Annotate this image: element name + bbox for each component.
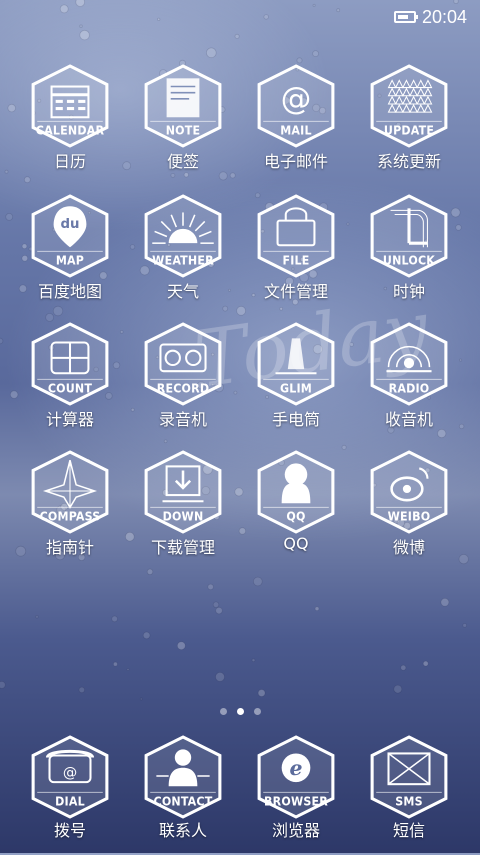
app-label: 微博 [392, 538, 425, 557]
app-label: 拨号 [53, 821, 86, 840]
app-badge-text: COUNT [48, 382, 93, 396]
app-label: 文件管理 [263, 282, 328, 301]
app-badge-text: RECORD [157, 382, 209, 396]
phone-icon: @ DIAL [31, 735, 109, 819]
app-badge-text: WEIBO [388, 510, 431, 524]
app-label: 系统更新 [376, 152, 441, 171]
app-update[interactable]: UPDATE 系统更新 [353, 64, 465, 184]
app-sms[interactable]: SMS 短信 [353, 735, 465, 855]
app-contact[interactable]: CONTACT 联系人 [127, 735, 239, 855]
app-badge-text: SMS [395, 795, 423, 809]
app-down[interactable]: DOWN 下载管理 [127, 450, 239, 570]
app-badge-text: MAIL [280, 124, 312, 138]
app-label: 指南针 [45, 538, 94, 557]
app-label: 计算器 [45, 410, 94, 429]
app-file[interactable]: FILE 文件管理 [240, 194, 352, 314]
status-clock: 20:04 [422, 7, 468, 27]
mail-icon: @ MAIL [257, 64, 335, 148]
app-badge-text: CONTACT [154, 795, 213, 809]
app-qq[interactable]: QQ QQ [240, 450, 352, 570]
app-badge-text: WEATHER [152, 254, 214, 268]
app-badge-text: UNLOCK [383, 254, 435, 268]
app-label: QQ [283, 534, 309, 553]
app-count[interactable]: COUNT 计算器 [14, 322, 126, 442]
app-label: 浏览器 [271, 821, 320, 840]
app-badge-text: COMPASS [40, 510, 101, 524]
app-badge-text: GLIM [280, 382, 312, 396]
svg-text:@: @ [281, 81, 312, 117]
app-label: 下载管理 [150, 538, 215, 557]
app-mail[interactable]: @ MAIL 电子邮件 [240, 64, 352, 184]
calculator-icon: COUNT [31, 322, 109, 406]
svg-text:@: @ [63, 765, 77, 781]
file-icon: FILE [257, 194, 335, 278]
app-label: 时钟 [392, 282, 425, 301]
compass-icon: COMPASS [31, 450, 109, 534]
sms-icon: SMS [370, 735, 448, 819]
app-glim[interactable]: GLIM 手电筒 [240, 322, 352, 442]
app-map[interactable]: du MAP 百度地图 [14, 194, 126, 314]
page-indicator[interactable] [0, 700, 480, 715]
recorder-icon: RECORD [144, 322, 222, 406]
app-weather[interactable]: WEATHER 天气 [127, 194, 239, 314]
app-label: 联系人 [158, 821, 207, 840]
qq-icon: QQ [257, 450, 335, 534]
app-label: 收音机 [384, 410, 433, 429]
page-dot[interactable] [253, 708, 261, 715]
app-badge-text: UPDATE [384, 124, 434, 138]
page-dot[interactable] [219, 708, 227, 715]
app-badge-text: FILE [282, 254, 309, 268]
app-badge-text: DIAL [55, 795, 85, 809]
page-dot[interactable] [236, 708, 244, 715]
update-icon: UPDATE [370, 64, 448, 148]
calendar-icon: CALENDAR [31, 64, 109, 148]
app-calendar[interactable]: CALENDAR 日历 [14, 64, 126, 184]
battery-icon [394, 11, 418, 23]
app-label: 手电筒 [271, 410, 320, 429]
contact-icon: CONTACT [144, 735, 222, 819]
map-icon: du MAP [31, 194, 109, 278]
app-label: 短信 [392, 821, 425, 840]
app-badge-text: NOTE [166, 124, 201, 138]
app-badge-text: MAP [56, 254, 84, 268]
app-weibo[interactable]: WEIBO 微博 [353, 450, 465, 570]
radio-icon: RADIO [370, 322, 448, 406]
weather-icon: WEATHER [144, 194, 222, 278]
app-unlock[interactable]: UNLOCK 时钟 [353, 194, 465, 314]
svg-text:e: e [289, 756, 302, 780]
app-badge-text: BROWSER [264, 795, 328, 809]
app-label: 电子邮件 [263, 152, 328, 171]
svg-text:du: du [61, 217, 80, 232]
clock-icon: UNLOCK [370, 194, 448, 278]
browser-icon: e BROWSER [257, 735, 335, 819]
app-label: 便签 [166, 152, 199, 171]
flashlight-icon: GLIM [257, 322, 335, 406]
app-label: 日历 [53, 152, 86, 171]
weibo-icon: WEIBO [370, 450, 448, 534]
app-badge-text: DOWN [163, 510, 204, 524]
app-label: 百度地图 [37, 282, 102, 301]
status-bar: 20:04 [0, 0, 480, 34]
app-badge-text: QQ [286, 510, 305, 524]
app-label: 天气 [166, 282, 199, 301]
app-browser[interactable]: e BROWSER 浏览器 [240, 735, 352, 855]
download-icon: DOWN [144, 450, 222, 534]
app-record[interactable]: RECORD 录音机 [127, 322, 239, 442]
app-badge-text: RADIO [389, 382, 430, 396]
app-badge-text: CALENDAR [36, 124, 105, 138]
app-dial[interactable]: @ DIAL 拨号 [14, 735, 126, 855]
app-label: 录音机 [158, 410, 207, 429]
note-icon: NOTE [144, 64, 222, 148]
app-note[interactable]: NOTE 便签 [127, 64, 239, 184]
app-radio[interactable]: RADIO 收音机 [353, 322, 465, 442]
app-compass[interactable]: COMPASS 指南针 [14, 450, 126, 570]
